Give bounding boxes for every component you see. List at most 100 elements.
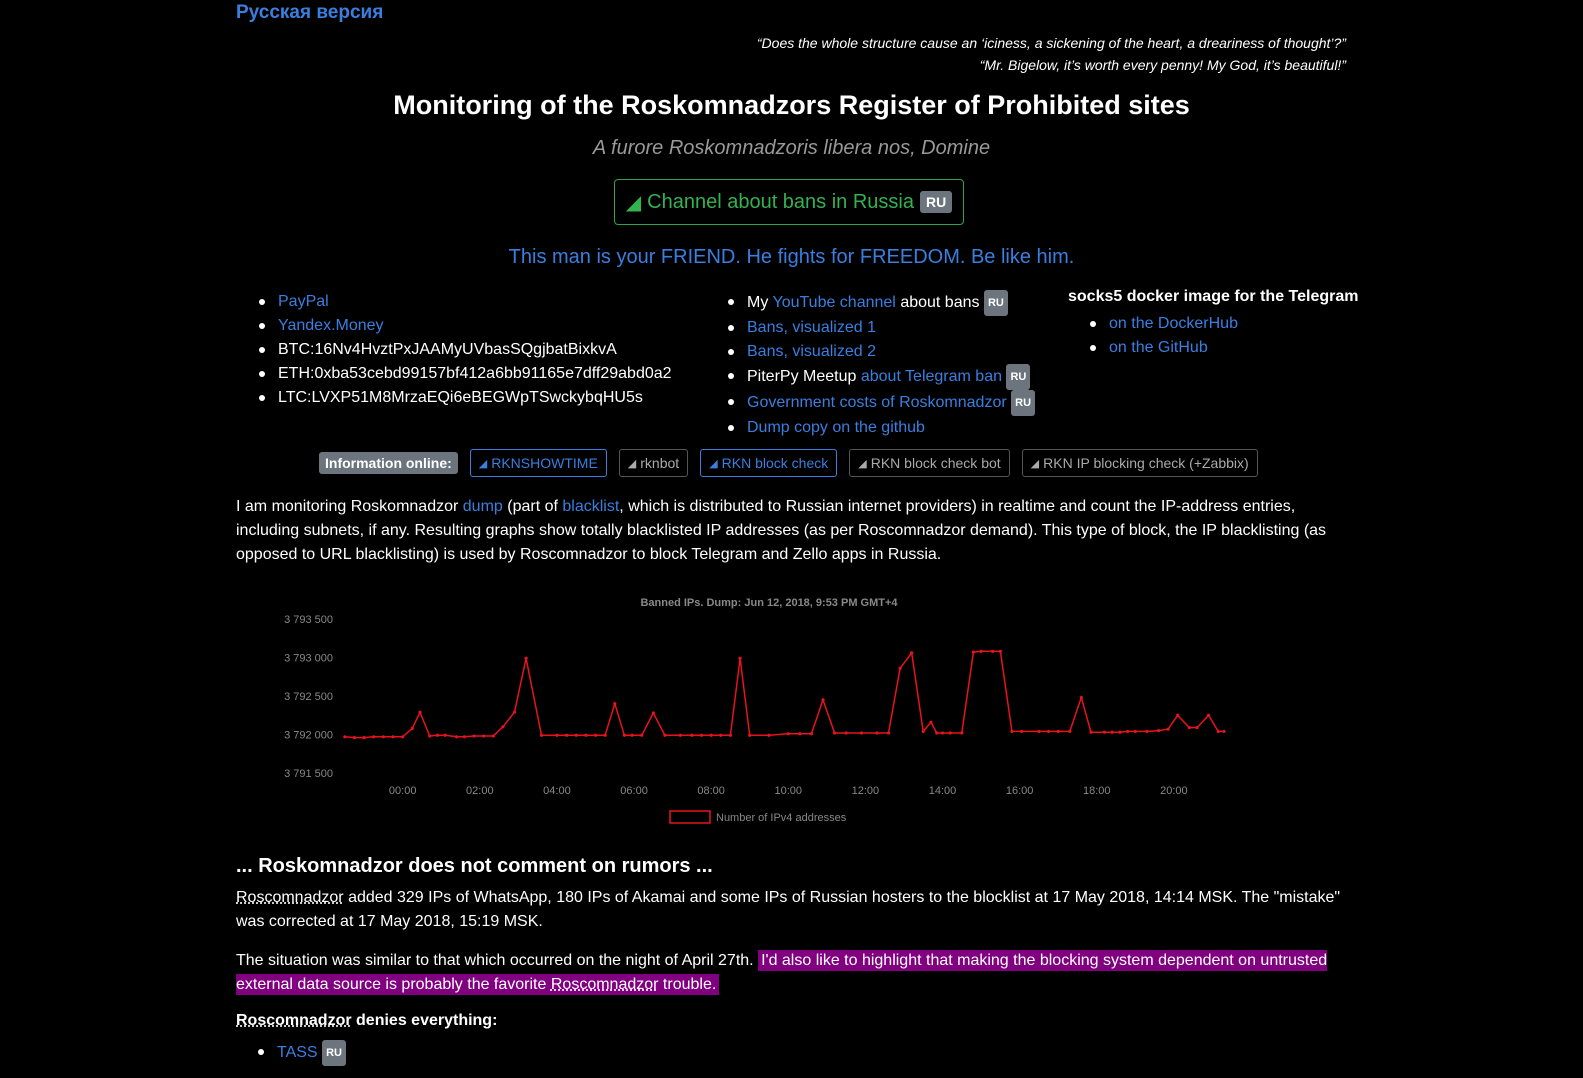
friend-link[interactable]: This man is your FRIEND. He fights for F… — [0, 246, 1583, 269]
data-point — [584, 733, 588, 737]
dockerhub-link[interactable]: on the DockerHub — [1109, 315, 1238, 332]
tass-link[interactable]: TASS — [277, 1044, 318, 1061]
x-tick-label: 14:00 — [929, 785, 957, 797]
data-point — [859, 731, 864, 735]
data-point — [663, 733, 667, 737]
x-tick-label: 20:00 — [1160, 785, 1188, 797]
data-point — [1156, 729, 1161, 733]
data-point — [1010, 729, 1014, 734]
page-title: Monitoring of the Roskomnadzors Register… — [393, 90, 1190, 120]
rkn-block-check-button[interactable]: ◢ RKN block check — [700, 449, 838, 477]
data-point — [574, 733, 578, 737]
legend-swatch — [669, 810, 711, 824]
paypal-link[interactable]: PayPal — [278, 293, 329, 310]
tass-list: TASS RU — [258, 1040, 346, 1066]
data-point — [948, 731, 952, 735]
socks5-heading: socks5 docker image for the Telegram — [1068, 288, 1359, 305]
roscomnadzor-abbr: Roscomnadzor — [236, 1012, 352, 1029]
data-point — [998, 649, 1002, 653]
button-label: RKN block check bot — [870, 455, 1001, 471]
data-point — [593, 733, 598, 737]
data-point — [1133, 729, 1137, 734]
list-item: PayPal — [259, 290, 672, 314]
data-point — [501, 725, 505, 729]
y-tick-label: 3 792 500 — [284, 691, 333, 703]
data-point — [401, 735, 405, 739]
data-point — [1046, 729, 1051, 734]
rkn-block-check-bot-button[interactable]: ◢ RKN block check bot — [849, 449, 1010, 477]
data-point — [898, 666, 902, 670]
rknshowtime-button[interactable]: ◢ RKNSHOWTIME — [469, 449, 607, 477]
channel-button-label: Channel about bans in Russia — [647, 190, 914, 213]
x-tick-label: 06:00 — [620, 785, 648, 797]
quote-line-2: “Mr. Bigelow, it’s worth every penny! My… — [979, 57, 1346, 73]
data-point — [1126, 729, 1130, 734]
ru-badge: RU — [1011, 390, 1036, 416]
github-link[interactable]: on the GitHub — [1109, 339, 1208, 356]
youtube-prefix: My — [747, 294, 769, 312]
y-tick-label: 3 791 500 — [284, 768, 333, 780]
data-point — [960, 731, 964, 735]
data-point — [651, 711, 655, 715]
russian-version-link[interactable]: Русская версия — [236, 2, 383, 24]
telegram-icon: ◢ — [625, 191, 642, 214]
yandex-money-link[interactable]: Yandex.Money — [278, 317, 384, 334]
intro-text: I am monitoring Roskomnadzor — [236, 498, 459, 515]
ltc-address: LTC:LVXP51M8MrzaEQi6eBEGWpTSwckybqHU5s — [259, 386, 672, 410]
x-tick-label: 10:00 — [775, 785, 803, 797]
data-point — [1037, 729, 1041, 734]
data-point — [443, 733, 447, 737]
intro-text: (part of — [507, 498, 558, 515]
data-point — [832, 731, 837, 735]
data-point — [603, 733, 607, 737]
telegram-channel-button[interactable]: ◢ Channel about bans in Russia RU — [614, 179, 964, 225]
data-point — [767, 733, 771, 737]
data-point — [719, 733, 723, 737]
data-point — [1166, 727, 1170, 731]
bans-visualized-2-link[interactable]: Bans, visualized 2 — [747, 343, 876, 360]
data-point — [418, 710, 422, 714]
paragraph-text: The situation was similar to that which … — [236, 952, 754, 969]
bans-visualized-1-link[interactable]: Bans, visualized 1 — [747, 319, 876, 336]
data-point — [622, 733, 627, 737]
data-point — [935, 731, 939, 735]
socks5-section: socks5 docker image for the Telegram on … — [1068, 288, 1358, 360]
rkn-ip-blocking-check-button[interactable]: ◢ RKN IP blocking check (+Zabbix) — [1021, 449, 1258, 477]
data-point — [435, 733, 439, 737]
data-point — [748, 733, 752, 737]
telegram-icon: ◢ — [709, 457, 718, 470]
government-costs-link[interactable]: Government costs of Roskomnadzor — [747, 394, 1007, 411]
data-point — [786, 732, 790, 736]
telegram-icon: ◢ — [478, 457, 488, 470]
ru-badge: RU — [920, 191, 953, 213]
blacklist-link[interactable]: blacklist — [562, 498, 619, 515]
data-point — [678, 733, 682, 737]
rknbot-button[interactable]: ◢ rknbot — [618, 449, 689, 477]
data-point — [1145, 729, 1149, 734]
data-point — [482, 734, 486, 738]
information-online-bar: Information online: ◢ RKNSHOWTIME ◢ rknbot… — [319, 449, 1258, 477]
data-point — [428, 734, 432, 738]
data-point — [1089, 730, 1093, 734]
x-tick-label: 04:00 — [543, 785, 571, 797]
x-tick-label: 08:00 — [697, 785, 725, 797]
telegram-ban-talk-link[interactable]: about Telegram ban — [861, 368, 1002, 385]
data-point — [462, 735, 466, 739]
list-item: TASS RU — [258, 1040, 346, 1066]
list-item: Yandex.Money — [259, 314, 672, 338]
data-point — [455, 735, 459, 739]
youtube-channel-link[interactable]: YouTube channel — [772, 294, 895, 311]
y-tick-label: 3 793 500 — [284, 614, 333, 626]
ru-badge: RU — [1006, 364, 1031, 390]
dump-link[interactable]: dump — [463, 498, 503, 515]
data-point — [539, 733, 544, 737]
page-subtitle: A furore Roskomnadzoris libera nos, Domi… — [592, 137, 991, 159]
telegram-icon: ◢ — [858, 457, 867, 470]
data-point — [1222, 729, 1226, 734]
data-point — [929, 720, 933, 724]
data-point — [640, 733, 644, 737]
data-point — [491, 734, 495, 738]
data-point — [971, 650, 975, 654]
dump-copy-link[interactable]: Dump copy on the github — [747, 419, 925, 436]
data-point — [699, 733, 704, 737]
